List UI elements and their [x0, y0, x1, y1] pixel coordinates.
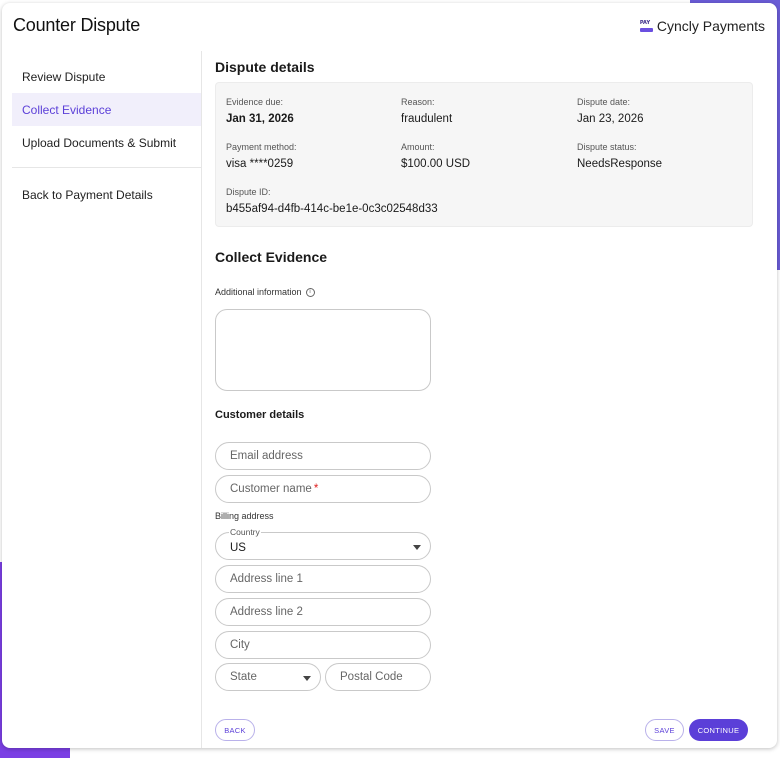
info-icon[interactable]: i: [305, 287, 315, 297]
page-title: Counter Dispute: [13, 15, 141, 35]
dispute-details-card: Evidence due: Jan 31, 2026 Reason: fraud…: [215, 82, 753, 227]
country-value: US: [230, 542, 246, 554]
additional-info-textarea[interactable]: [215, 309, 431, 391]
continue-button[interactable]: CONTINUE: [689, 719, 748, 741]
sidebar-item-review-dispute[interactable]: Review Dispute: [12, 60, 201, 93]
sidebar-item-collect-evidence[interactable]: Collect Evidence: [12, 93, 201, 126]
dispute-id: Dispute ID: b455af94-d4fb-414c-be1e-0c3c…: [226, 187, 438, 215]
address-line-2-field[interactable]: Address line 2: [215, 598, 431, 626]
required-asterisk: *: [313, 483, 319, 495]
evidence-due: Evidence due: Jan 31, 2026: [226, 97, 294, 125]
brand: PAY Cyncly Payments: [639, 18, 765, 34]
modal-header: Counter Dispute PAY Cyncly Payments: [2, 3, 777, 51]
country-select[interactable]: Country US: [215, 527, 431, 560]
brand-name: Cyncly Payments: [656, 18, 765, 34]
dispute-details-title: Dispute details: [215, 59, 315, 75]
sidebar-item-upload-documents[interactable]: Upload Documents & Submit: [12, 126, 201, 159]
payment-method: Payment method: visa ****0259: [226, 142, 297, 170]
customer-details-heading: Customer details: [215, 409, 305, 421]
caret-down-icon: [303, 676, 311, 681]
postal-code-field[interactable]: Postal Code: [325, 663, 431, 691]
customer-name-field[interactable]: Customer name *: [215, 475, 431, 503]
sidebar-divider: [12, 167, 201, 168]
country-label: Country: [229, 527, 261, 537]
billing-address-label: Billing address: [215, 511, 274, 521]
dispute-amount: Amount: $100.00 USD: [401, 142, 471, 170]
address-line-1-field[interactable]: Address line 1: [215, 565, 431, 593]
email-field[interactable]: Email address: [215, 442, 431, 470]
brand-logo-icon: PAY: [639, 19, 653, 33]
dispute-reason: Reason: fraudulent: [401, 97, 453, 125]
dispute-status: Dispute status: NeedsResponse: [577, 142, 663, 170]
additional-info-label: Additional information i: [215, 287, 315, 297]
sidebar: Review Dispute Collect Evidence Upload D…: [2, 51, 202, 748]
sidebar-item-back-to-payment[interactable]: Back to Payment Details: [12, 178, 201, 211]
main-content: Dispute details Evidence due: Jan 31, 20…: [215, 51, 760, 748]
back-button[interactable]: BACK: [215, 719, 255, 741]
caret-down-icon: [413, 545, 421, 550]
save-button[interactable]: SAVE: [645, 719, 684, 741]
state-select[interactable]: State: [215, 663, 321, 691]
city-field[interactable]: City: [215, 631, 431, 659]
collect-evidence-title: Collect Evidence: [215, 249, 328, 265]
brand-badge: PAY: [639, 19, 651, 26]
dispute-date: Dispute date: Jan 23, 2026: [577, 97, 644, 125]
counter-dispute-modal: Counter Dispute PAY Cyncly Payments Revi…: [2, 3, 777, 748]
